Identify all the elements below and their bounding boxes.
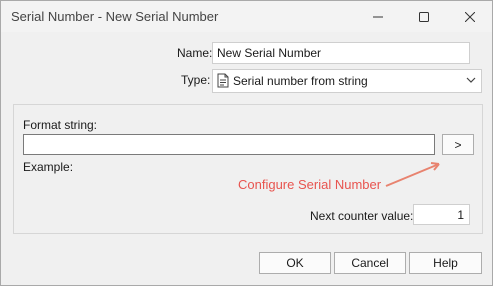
- close-button[interactable]: [447, 1, 493, 32]
- title-bar: Serial Number - New Serial Number: [1, 1, 492, 32]
- example-label: Example:: [23, 160, 74, 174]
- annotation-arrow-icon: [385, 162, 440, 187]
- chevron-down-icon: [465, 74, 477, 89]
- next-counter-value: 1: [457, 208, 464, 222]
- help-button[interactable]: Help: [409, 252, 482, 274]
- serial-number-dialog: Serial Number - New Serial Number Name: …: [0, 0, 493, 286]
- insert-placeholder-button[interactable]: >: [442, 134, 474, 155]
- type-selected-value: Serial number from string: [233, 74, 368, 88]
- minimize-icon: [373, 16, 383, 17]
- window-title: Serial Number - New Serial Number: [11, 9, 219, 24]
- ok-button[interactable]: OK: [259, 252, 331, 274]
- name-label: Name:: [177, 46, 213, 60]
- next-counter-label: Next counter value:: [310, 209, 414, 223]
- format-string-label: Format string:: [23, 118, 98, 132]
- maximize-icon: [419, 11, 429, 22]
- format-string-input[interactable]: [23, 134, 435, 155]
- minimize-button[interactable]: [355, 1, 401, 32]
- next-counter-input[interactable]: 1: [413, 204, 470, 225]
- type-label: Type:: [181, 73, 211, 87]
- type-dropdown[interactable]: Serial number from string: [212, 69, 482, 93]
- annotation-text: Configure Serial Number: [238, 177, 382, 192]
- name-input[interactable]: New Serial Number: [212, 42, 470, 64]
- name-input-value: New Serial Number: [217, 46, 322, 60]
- document-icon: [216, 73, 230, 91]
- maximize-button[interactable]: [401, 1, 447, 32]
- close-icon: [465, 11, 475, 22]
- cancel-button[interactable]: Cancel: [334, 252, 406, 274]
